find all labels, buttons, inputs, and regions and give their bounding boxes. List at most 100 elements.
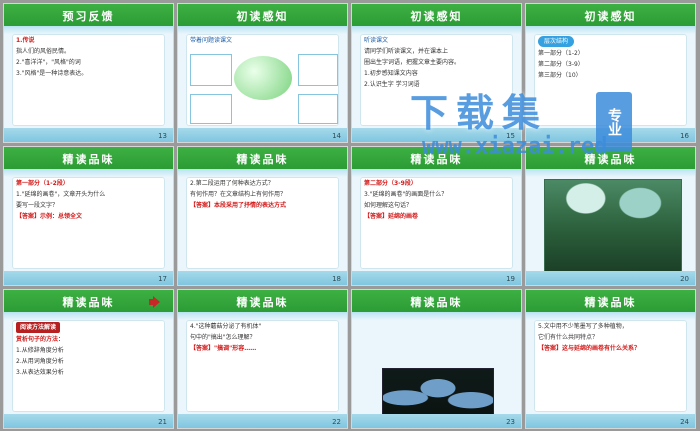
mind-map-box <box>190 94 232 124</box>
slide-number: 15 <box>506 132 515 140</box>
slide-thumbnail[interactable]: 初读感知 带着问题读课文 14 <box>177 3 348 143</box>
slide-footer <box>526 128 695 142</box>
slide-thumbnail[interactable]: 精读品味 5.文中用不少笔墨写了多种植物， 它们有什么共同特点？ 【答案】这与延… <box>525 289 696 429</box>
slide-text-line: 阅读方法解读 <box>16 322 161 333</box>
slide-text-line: 圈出生字词语，把握文章主要内容。 <box>364 59 461 66</box>
slide-text-line: 1.传说 <box>16 37 35 44</box>
slide-thumbnail[interactable]: 初读感知 层次结构 第一部分（1-2） 第二部分（3-9） 第三部分（10） 1… <box>525 3 696 143</box>
mind-map-box <box>190 54 232 86</box>
slide-number: 20 <box>680 275 689 283</box>
forest-painting-image <box>544 179 682 273</box>
slide-text-line: 如何理解这句话？ <box>364 202 413 209</box>
slide-text-line: 2.第二段运用了何种表达方式？ <box>190 180 274 187</box>
slide-number: 22 <box>332 418 341 426</box>
slide-number: 21 <box>158 418 167 426</box>
slide-text-line: 有何作用？在文章结构上有何作用？ <box>190 191 287 198</box>
slide-footer <box>352 414 521 428</box>
speaker-icon[interactable] <box>149 296 163 308</box>
slide-footer <box>178 128 347 142</box>
slide-text-line: 【答案】"搞调"形容…… <box>190 345 257 352</box>
slide-title: 精读品味 <box>62 296 115 309</box>
slide-footer <box>178 271 347 285</box>
slide-footer <box>352 128 521 142</box>
slide-text-line: 第二部分（3-9） <box>538 61 584 68</box>
slide-text-line: 【答案】本段采用了抒情的表达方式 <box>190 202 287 209</box>
slide-content: 带着问题读课文 <box>186 34 339 126</box>
slide-text-line: 它们有什么共同特点？ <box>538 334 599 341</box>
slide-text-line: 2.从用词角度分析 <box>16 358 64 365</box>
slide-footer <box>526 271 695 285</box>
slide-text-line: 3."延绵的画卷"的画面是什么？ <box>364 191 448 198</box>
slide-text-line: 赏析句子的方法： <box>16 336 65 343</box>
slide-footer <box>4 414 173 428</box>
slide-text-line: 听读课文 <box>364 37 389 44</box>
slide-text-line: 第一部分（1-2） <box>538 50 584 57</box>
slide-number: 16 <box>680 132 689 140</box>
slide-title: 初读感知 <box>236 10 289 23</box>
slide-title: 初读感知 <box>410 10 463 23</box>
slide-number: 18 <box>332 275 341 283</box>
slide-number: 23 <box>506 418 515 426</box>
slide-text-line: 带着问题读课文 <box>190 37 233 44</box>
slide-tag: 阅读方法解读 <box>16 322 61 333</box>
slide-title: 精读品味 <box>62 153 115 166</box>
slide-text-line: 【答案】这与延绵的画卷有什么关系？ <box>538 345 641 352</box>
mushroom-photo <box>382 368 494 418</box>
slide-content: 5.文中用不少笔墨写了多种植物， 它们有什么共同特点？ 【答案】这与延绵的画卷有… <box>534 320 687 412</box>
slide-number: 14 <box>332 132 341 140</box>
slide-text-line: 1.初步感知课文内容 <box>364 70 418 77</box>
slide-text-line: 句中的"搞出"怎么理解？ <box>190 334 256 341</box>
slide-title: 精读品味 <box>584 153 637 166</box>
slide-footer <box>4 271 173 285</box>
slide-thumbnail[interactable]: 精读品味 阅读方法解读 赏析句子的方法： 1.从修辞角度分析 2.从用词角度分析… <box>3 289 174 429</box>
slide-content: 层次结构 第一部分（1-2） 第二部分（3-9） 第三部分（10） <box>534 34 687 126</box>
slide-title: 精读品味 <box>236 153 289 166</box>
slide-thumbnail[interactable]: 精读品味 4."这种蘑菇分泌了有机体" 句中的"搞出"怎么理解？ 【答案】"搞调… <box>177 289 348 429</box>
slide-thumbnail[interactable]: 初读感知 听读课文 请同学们听读课文，并在课本上 圈出生字词语，把握文章主要内容… <box>351 3 522 143</box>
slide-text-line: 5.文中用不少笔墨写了多种植物， <box>538 323 628 330</box>
slide-text-line: 1.从修辞角度分析 <box>16 347 64 354</box>
slide-text-line: 第一部分（1-2段） <box>16 180 69 187</box>
slide-footer <box>4 128 173 142</box>
slide-thumbnail[interactable]: 精读品味 23 <box>351 289 522 429</box>
slide-text-line: 【答案】延绵的画卷 <box>364 213 419 220</box>
slide-text-line: 【答案】示例：总领全文 <box>16 213 83 220</box>
slide-pill: 层次结构 <box>538 36 575 47</box>
slide-number: 24 <box>680 418 689 426</box>
slide-text-line: 请同学们听读课文，并在课本上 <box>364 48 449 55</box>
slide-title: 初读感知 <box>584 10 637 23</box>
slide-number: 17 <box>158 275 167 283</box>
slide-text-line: 3.从表达效果分析 <box>16 369 64 376</box>
slide-content: 2.第二段运用了何种表达方式？ 有何作用？在文章结构上有何作用？ 【答案】本段采… <box>186 177 339 269</box>
slide-text-line: 3."风格"是一种诗意表达。 <box>16 70 88 77</box>
slide-content: 4."这种蘑菇分泌了有机体" 句中的"搞出"怎么理解？ 【答案】"搞调"形容…… <box>186 320 339 412</box>
slide-content: 1.传说 指人们的风俗民情。 2."喜洋洋"，"风格"的词 3."风格"是一种诗… <box>12 34 165 126</box>
slide-text-line: 要写一段文字？ <box>16 202 59 209</box>
slide-thumbnail[interactable]: 预习反馈 1.传说 指人们的风俗民情。 2."喜洋洋"，"风格"的词 3."风格… <box>3 3 174 143</box>
slide-content: 阅读方法解读 赏析句子的方法： 1.从修辞角度分析 2.从用词角度分析 3.从表… <box>12 320 165 412</box>
slide-title: 预习反馈 <box>62 10 115 23</box>
slide-text-line: 第三部分（10） <box>538 72 582 79</box>
slide-number: 19 <box>506 275 515 283</box>
slide-footer <box>352 271 521 285</box>
slide-content: 第一部分（1-2段） 1."延绵的画卷"，文章开头为什么 要写一段文字？ 【答案… <box>12 177 165 269</box>
slide-thumbnail[interactable]: 精读品味 2.第二段运用了何种表达方式？ 有何作用？在文章结构上有何作用？ 【答… <box>177 146 348 286</box>
slide-thumbnail[interactable]: 精读品味 第二部分（3-9段） 3."延绵的画卷"的画面是什么？ 如何理解这句话… <box>351 146 522 286</box>
slide-content: 第二部分（3-9段） 3."延绵的画卷"的画面是什么？ 如何理解这句话？ 【答案… <box>360 177 513 269</box>
slide-title: 精读品味 <box>584 296 637 309</box>
slide-title: 精读品味 <box>410 296 463 309</box>
slide-thumbnail[interactable]: 精读品味 20 <box>525 146 696 286</box>
slide-text-line: 4."这种蘑菇分泌了有机体" <box>190 323 262 330</box>
slide-title: 精读品味 <box>410 153 463 166</box>
slide-thumbnail[interactable]: 精读品味 第一部分（1-2段） 1."延绵的画卷"，文章开头为什么 要写一段文字… <box>3 146 174 286</box>
slide-footer <box>178 414 347 428</box>
slide-title: 精读品味 <box>236 296 289 309</box>
slide-text-line: 2."喜洋洋"，"风格"的词 <box>16 59 81 66</box>
slide-text-line: 指人们的风俗民情。 <box>16 48 71 55</box>
slide-text-line: 第二部分（3-9段） <box>364 180 417 187</box>
mind-map-box <box>298 94 338 124</box>
slide-content: 听读课文 请同学们听读课文，并在课本上 圈出生字词语，把握文章主要内容。 1.初… <box>360 34 513 126</box>
slide-footer <box>526 414 695 428</box>
slide-thumbnail-grid: 预习反馈 1.传说 指人们的风俗民情。 2."喜洋洋"，"风格"的词 3."风格… <box>0 0 700 431</box>
mind-map-box <box>298 54 338 86</box>
